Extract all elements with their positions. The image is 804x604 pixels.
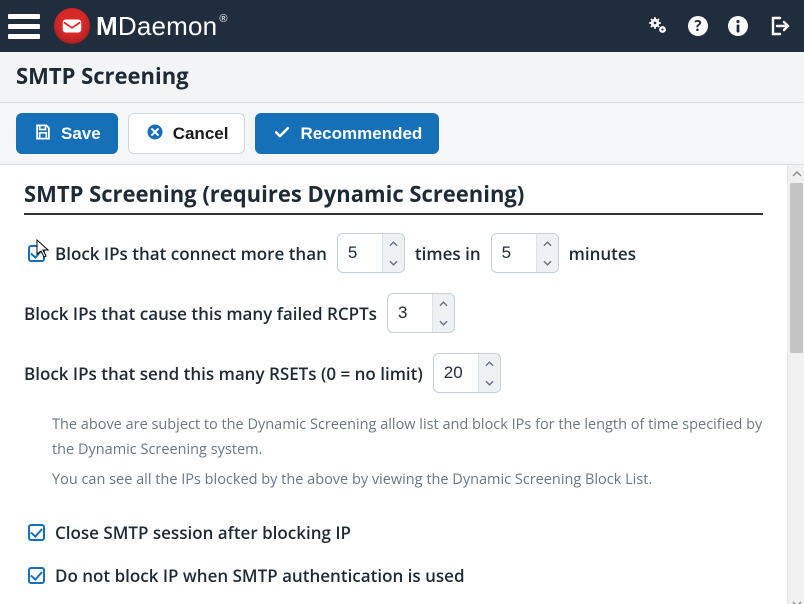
spin-down[interactable] bbox=[479, 373, 500, 392]
envelope-icon bbox=[54, 8, 90, 44]
spin-down[interactable] bbox=[433, 313, 454, 332]
row-rsets: Block IPs that send this many RSETs (0 =… bbox=[24, 353, 763, 393]
scroll-down-icon[interactable] bbox=[788, 595, 804, 604]
input-failed-rcpts-field[interactable] bbox=[388, 294, 432, 332]
label-connect-c: minutes bbox=[569, 242, 636, 265]
input-connect-minutes[interactable] bbox=[491, 233, 559, 273]
spin-up[interactable] bbox=[433, 294, 454, 313]
cancel-label: Cancel bbox=[173, 125, 229, 142]
checkbox-no-block-auth[interactable] bbox=[28, 567, 45, 584]
input-failed-rcpts[interactable] bbox=[387, 293, 455, 333]
input-connect-times[interactable] bbox=[337, 233, 405, 273]
checkbox-block-connect[interactable] bbox=[28, 245, 45, 262]
help-line-2: You can see all the IPs blocked by the a… bbox=[52, 468, 763, 493]
topbar: MDaemon® ? bbox=[0, 0, 804, 52]
label-no-block-auth: Do not block IP when SMTP authentication… bbox=[55, 564, 465, 587]
scroll-up-icon[interactable] bbox=[788, 165, 804, 182]
panel-heading: SMTP Screening (requires Dynamic Screeni… bbox=[24, 179, 763, 209]
app-name: MDaemon® bbox=[96, 11, 228, 42]
help-text: The above are subject to the Dynamic Scr… bbox=[52, 413, 763, 493]
save-button[interactable]: Save bbox=[16, 113, 118, 154]
input-connect-times-field[interactable] bbox=[338, 234, 382, 272]
check-icon bbox=[272, 122, 292, 145]
cancel-button[interactable]: Cancel bbox=[128, 113, 246, 154]
label-rsets: Block IPs that send this many RSETs (0 =… bbox=[24, 362, 423, 385]
spin-down[interactable] bbox=[537, 253, 558, 272]
svg-text:?: ? bbox=[694, 16, 701, 36]
save-icon bbox=[33, 122, 53, 145]
logout-icon[interactable] bbox=[766, 14, 790, 38]
cancel-icon bbox=[145, 122, 165, 145]
label-close-session: Close SMTP session after blocking IP bbox=[55, 521, 351, 544]
row-failed-rcpts: Block IPs that cause this many failed RC… bbox=[24, 293, 763, 333]
spin-up[interactable] bbox=[383, 234, 404, 253]
row-no-block-auth: Do not block IP when SMTP authentication… bbox=[28, 564, 763, 587]
settings-icon[interactable] bbox=[646, 14, 670, 38]
help-line-1: The above are subject to the Dynamic Scr… bbox=[52, 413, 763, 462]
spin-up[interactable] bbox=[479, 354, 500, 373]
topbar-actions: ? bbox=[646, 14, 790, 38]
input-rsets-field[interactable] bbox=[434, 354, 478, 392]
content-area: SMTP Screening (requires Dynamic Screeni… bbox=[0, 165, 804, 604]
recommended-label: Recommended bbox=[300, 125, 422, 142]
input-rsets[interactable] bbox=[433, 353, 501, 393]
spin-down[interactable] bbox=[383, 253, 404, 272]
scrollbar[interactable] bbox=[787, 165, 804, 604]
row-close-session: Close SMTP session after blocking IP bbox=[28, 521, 763, 544]
page-title-bar: SMTP Screening bbox=[0, 52, 804, 103]
input-connect-minutes-field[interactable] bbox=[492, 234, 536, 272]
row-block-connect: Block IPs that connect more than times i… bbox=[28, 233, 763, 273]
spin-up[interactable] bbox=[537, 234, 558, 253]
panel-underline bbox=[24, 213, 763, 215]
label-connect-a: Block IPs that connect more than bbox=[55, 242, 327, 265]
info-icon[interactable] bbox=[726, 14, 750, 38]
save-label: Save bbox=[61, 125, 101, 142]
help-icon[interactable]: ? bbox=[686, 14, 710, 38]
label-connect-b: times in bbox=[415, 242, 481, 265]
content-scroll[interactable]: SMTP Screening (requires Dynamic Screeni… bbox=[0, 165, 787, 604]
scroll-thumb[interactable] bbox=[790, 183, 803, 353]
checkbox-close-session[interactable] bbox=[28, 524, 45, 541]
action-bar: Save Cancel Recommended bbox=[0, 103, 804, 165]
app-logo[interactable]: MDaemon® bbox=[54, 8, 228, 44]
page-title: SMTP Screening bbox=[16, 61, 788, 91]
recommended-button[interactable]: Recommended bbox=[255, 113, 439, 154]
menu-icon[interactable] bbox=[8, 9, 42, 43]
label-failed-rcpts: Block IPs that cause this many failed RC… bbox=[24, 302, 377, 325]
